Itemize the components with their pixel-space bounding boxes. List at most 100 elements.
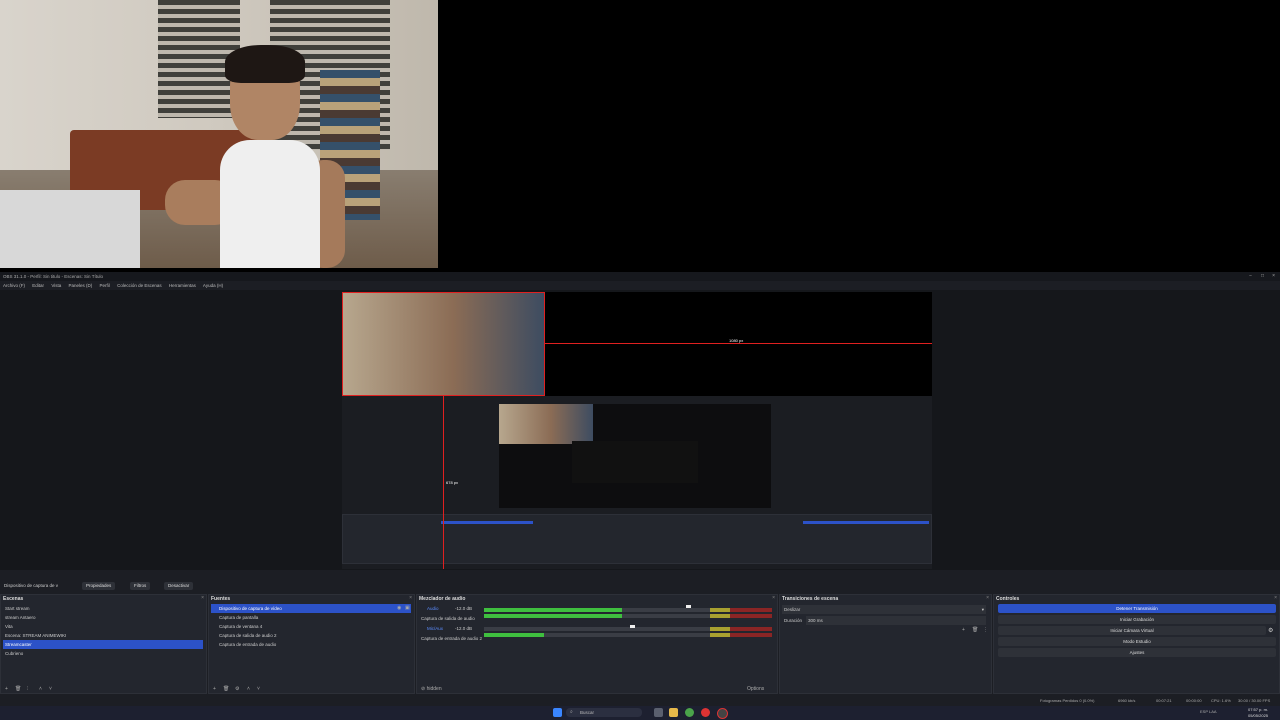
guide-width-label: 1080 px: [729, 338, 744, 343]
scene-item[interactable]: Vita: [3, 622, 203, 631]
properties-button[interactable]: Propiedades: [82, 582, 116, 590]
chrome-icon[interactable]: [685, 708, 694, 717]
move-scene-down-button[interactable]: ˅: [49, 686, 52, 692]
title-bar: OBS 31.1.0 - Perfil: Sin titulo - Escena…: [0, 272, 1280, 281]
preview-canvas[interactable]: 1080 px 678 px: [342, 292, 932, 569]
start-recording-button[interactable]: Iniciar Grabación: [998, 615, 1276, 624]
transition-select[interactable]: Deslizar ▾: [782, 605, 986, 614]
scenes-dock-close[interactable]: ×: [201, 595, 204, 601]
transition-menu-icon[interactable]: ⋮: [983, 627, 988, 633]
studio-mode-button[interactable]: Modo Estudio: [998, 637, 1276, 646]
status-bar: Fotogramas Perdidos 0 (0.0%) 6960 kb/s 0…: [0, 696, 1280, 706]
volume-slider-handle[interactable]: [686, 605, 691, 608]
visibility-eye-icon[interactable]: ◉: [397, 605, 401, 611]
source-item[interactable]: Captura de ventana 4: [211, 622, 411, 631]
taskbar-search[interactable]: ⌕ Buscar: [566, 708, 642, 717]
mixer-options-button[interactable]: Options: [747, 686, 764, 692]
audio-meter: [484, 614, 772, 618]
mixer-channel-level: -12.0 dB: [455, 606, 473, 611]
menu-view[interactable]: Vista: [51, 283, 61, 288]
file-explorer-icon[interactable]: [669, 708, 678, 717]
stop-streaming-button[interactable]: Detener Transmisión: [998, 604, 1276, 613]
duration-input[interactable]: 300 ms: [806, 616, 986, 625]
move-source-up-button[interactable]: ˄: [247, 686, 250, 692]
sources-header: Fuentes: [211, 596, 231, 602]
scene-item[interactable]: Start stream: [3, 604, 203, 613]
settings-button[interactable]: Ajustes: [998, 648, 1276, 657]
menu-tools[interactable]: Herramientas: [169, 283, 196, 288]
transitions-dock-close[interactable]: ×: [986, 595, 989, 601]
menu-help[interactable]: Ayuda (H): [203, 283, 223, 288]
source-label: Captura de ventana 4: [219, 624, 263, 629]
mixer-footer-label: ⊘ hidden: [421, 686, 442, 692]
menu-edit[interactable]: Editar: [32, 283, 44, 288]
search-placeholder: Buscar: [580, 710, 595, 715]
scene-item[interactable]: Cubrieno: [3, 649, 203, 658]
window-title: OBS 31.1.0 - Perfil: Sin titulo - Escena…: [3, 274, 103, 279]
guide-horizontal: [545, 343, 932, 344]
source-label: Dispositivo de captura de vídeo: [219, 606, 282, 611]
source-item[interactable]: Captura de salida de audio 2: [211, 631, 411, 640]
menu-docks[interactable]: Paneles (D): [69, 283, 93, 288]
duration-label: Duración: [784, 618, 803, 623]
rec-timer: 00:00:00: [1186, 698, 1202, 703]
lock-icon[interactable]: ▣: [405, 605, 410, 611]
mixer-dock-close[interactable]: ×: [772, 595, 775, 601]
task-view-icon[interactable]: [654, 708, 663, 717]
scene-item[interactable]: stream Antaero: [3, 613, 203, 622]
source-item[interactable]: Captura de pantalla: [211, 613, 411, 622]
nested-webcam: [499, 404, 593, 444]
transition-type-label: Deslizar: [784, 607, 801, 612]
remove-transition-button[interactable]: 🗑: [972, 627, 978, 633]
virtual-camera-gear-icon[interactable]: ⚙: [1268, 627, 1273, 634]
app-icon[interactable]: [701, 708, 710, 717]
deactivate-button[interactable]: Desactivar: [164, 582, 194, 590]
obs-icon[interactable]: [717, 708, 728, 719]
guide-vertical: [443, 396, 444, 569]
foreground-bed: [0, 190, 140, 268]
nested-canvas-2: [572, 441, 698, 483]
menu-profile[interactable]: Perfil: [100, 283, 110, 288]
scene-item-selected[interactable]: Streamcaster: [3, 640, 203, 649]
source-label: Captura de entrada de audio: [219, 642, 277, 647]
bitrate: 6960 kb/s: [1118, 698, 1136, 703]
mixer-channel-level: -12.0 dB: [455, 626, 473, 631]
audio-meter: [484, 627, 772, 631]
fps-readout: 30.00 / 30.00 FPS: [1238, 698, 1271, 703]
close-button[interactable]: ×: [1272, 273, 1275, 279]
transitions-header: Transiciones de escena: [782, 596, 839, 602]
windows-start-icon[interactable]: [553, 708, 562, 717]
start-virtual-camera-button[interactable]: Iniciar Cámara Virtual: [998, 626, 1266, 635]
mixer-channel-name: Audio: [427, 606, 439, 611]
add-source-button[interactable]: +: [213, 686, 216, 692]
menu-file[interactable]: Archivo (F): [3, 283, 25, 288]
maximize-button[interactable]: □: [1261, 273, 1264, 279]
add-scene-button[interactable]: +: [5, 686, 8, 692]
scene-item[interactable]: Escena: STREAM ANIMEWIKI: [3, 631, 203, 640]
clock-time[interactable]: 07:57 p. m.: [1248, 707, 1268, 712]
language-indicator[interactable]: ESP LAA: [1200, 709, 1217, 714]
source-item[interactable]: Captura de entrada de audio: [211, 640, 411, 649]
selected-source-bounds[interactable]: [342, 292, 545, 396]
selected-source-name: Dispositivo de captura de v: [4, 583, 59, 588]
remove-source-button[interactable]: 🗑: [223, 686, 229, 692]
source-properties-gear-icon[interactable]: ⚙: [235, 686, 239, 692]
source-item-selected[interactable]: Dispositivo de captura de vídeo: [211, 604, 411, 613]
remove-scene-button[interactable]: 🗑: [15, 686, 21, 692]
menu-scene-collection[interactable]: Colección de Escenas: [117, 283, 162, 288]
scenes-dock: Escenas × Start stream stream Antaero Vi…: [0, 594, 207, 694]
move-source-down-button[interactable]: ˅: [257, 686, 260, 692]
sources-dock-close[interactable]: ×: [409, 595, 412, 601]
sources-dock: Fuentes × Dispositivo de captura de víde…: [208, 594, 415, 694]
volume-slider-handle[interactable]: [630, 625, 635, 628]
add-transition-button[interactable]: +: [962, 627, 965, 633]
controls-dock-close[interactable]: ×: [1274, 595, 1277, 601]
minimize-button[interactable]: −: [1249, 273, 1252, 279]
scene-filters-button[interactable]: ⫶: [27, 686, 28, 692]
mixer-header: Mezclador de audio: [419, 596, 466, 602]
mixer-channel-name: Captura de salida de audio: [421, 616, 475, 621]
clock-date[interactable]: 05/05/2025: [1248, 713, 1268, 718]
move-scene-up-button[interactable]: ˄: [39, 686, 42, 692]
filters-button[interactable]: Filtros: [130, 582, 151, 590]
live-timer: 00:07:21: [1156, 698, 1172, 703]
